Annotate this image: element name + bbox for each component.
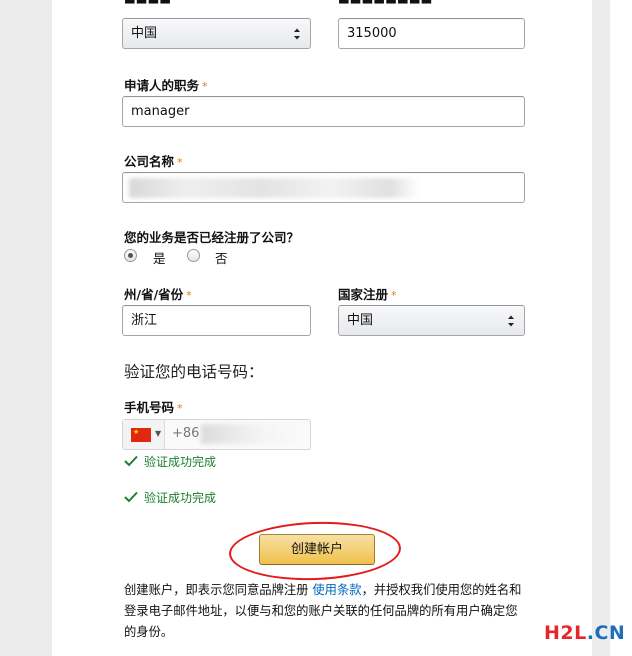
radio-yes-label: 是: [153, 251, 166, 266]
position-value: manager: [131, 104, 190, 119]
verify-success-message: 验证成功完成: [124, 489, 216, 506]
site-watermark: H2L.CN: [544, 622, 626, 644]
cut-label-left: ■■■■: [124, 0, 171, 5]
cut-label-right: ■■■■■■■■: [338, 0, 432, 5]
radio-yes[interactable]: [124, 249, 137, 262]
country-select[interactable]: 中国: [122, 18, 311, 49]
mobile-input[interactable]: ★ ▼ +86: [122, 419, 311, 450]
required-mark: *: [177, 156, 183, 169]
country-registered-label: 国家注册 *: [338, 287, 397, 302]
required-mark: *: [202, 80, 208, 93]
postal-code-value: 315000: [347, 26, 397, 41]
company-name-label: 公司名称 *: [124, 154, 183, 169]
country-code-dropdown[interactable]: ★ ▼: [123, 420, 165, 449]
checkmark-icon: [124, 455, 138, 467]
select-arrows-icon: [508, 315, 514, 327]
required-mark: *: [177, 402, 183, 415]
redacted-company-name: [129, 178, 419, 198]
radio-no-label: 否: [215, 251, 228, 266]
checkmark-icon: [124, 491, 138, 503]
position-label: 申请人的职务 *: [124, 78, 208, 93]
required-mark: *: [391, 289, 397, 302]
dial-code: +86: [172, 426, 200, 441]
page: ■■■■ ■■■■■■■■ 中国 315000 申请人的职务* manager …: [0, 0, 632, 656]
terms-of-use-link[interactable]: 使用条款: [312, 583, 361, 597]
verify-phone-title: 验证您的电话号码：: [124, 363, 264, 381]
registered-question: 您的业务是否已经注册了公司？: [124, 230, 300, 245]
verify-success-message: 验证成功完成: [124, 453, 216, 470]
country-registered-select[interactable]: 中国: [338, 305, 525, 336]
caret-down-icon: ▼: [155, 429, 162, 438]
china-flag-icon: ★: [131, 428, 151, 442]
right-margin: [610, 0, 632, 656]
country-select-value: 中国: [131, 26, 158, 41]
state-label: 州/省/省份 *: [124, 287, 192, 302]
country-registered-value: 中国: [347, 313, 374, 328]
mobile-label: 手机号码 *: [124, 400, 183, 415]
position-input[interactable]: manager: [122, 96, 525, 127]
redacted-phone-number: [201, 424, 301, 444]
legal-notice: 创建账户，即表示您同意品牌注册 使用条款，并授权我们使用您的姓名和登录电子邮件地…: [124, 583, 522, 639]
required-mark: *: [186, 289, 192, 302]
select-arrows-icon: [294, 28, 300, 40]
radio-no[interactable]: [187, 249, 200, 262]
state-input[interactable]: 浙江: [122, 305, 311, 336]
state-value: 浙江: [131, 313, 158, 328]
company-name-input[interactable]: [122, 172, 525, 203]
postal-code-input[interactable]: 315000: [338, 18, 525, 49]
